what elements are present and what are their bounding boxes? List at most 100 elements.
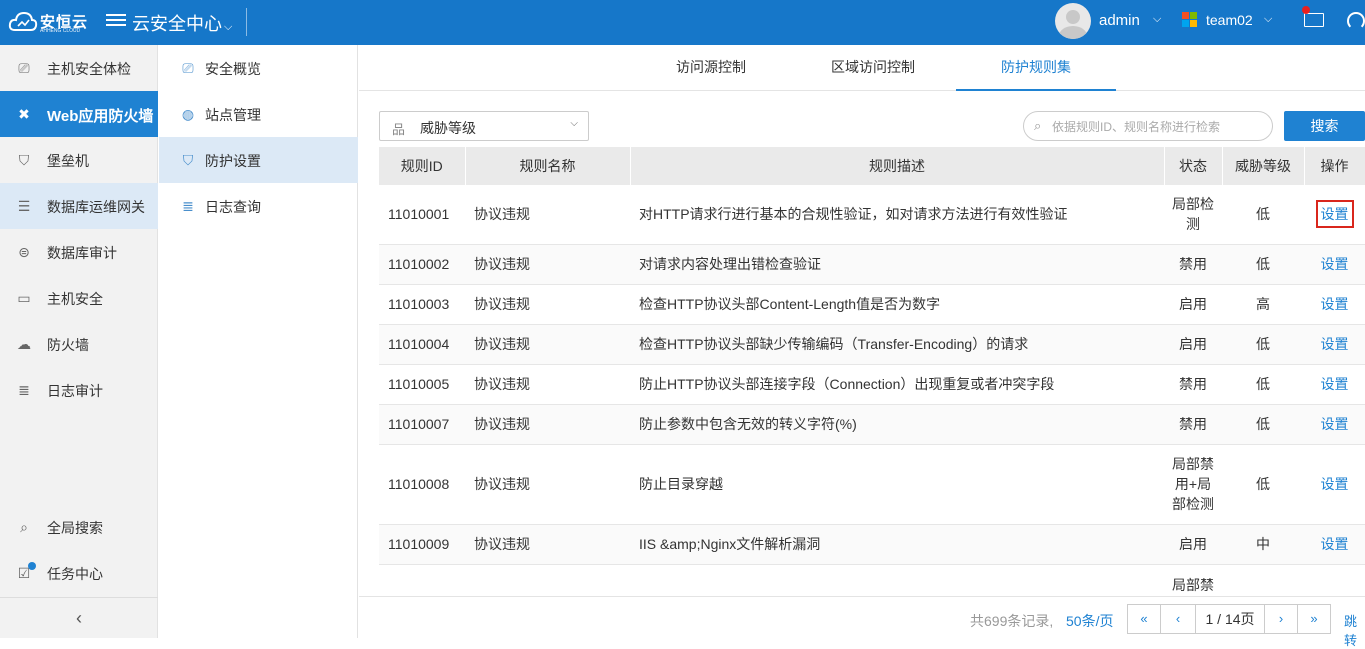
primary-sidebar: ⎚ 主机安全体检 ✖ Web应用防火墙 ⛉ 堡垒机 ☰ 数据库运维网关 ⊜ 数据库审计 ▭… <box>0 45 158 638</box>
headset-icon[interactable] <box>1347 12 1365 30</box>
column-header-status[interactable]: 状态 <box>1164 147 1223 185</box>
page-indicator[interactable]: 1 / 14页 <box>1195 604 1265 634</box>
table-header-row: 规则ID 规则名称 规则描述 状态 威胁等级 操作 <box>379 147 1365 185</box>
mail-icon[interactable] <box>1302 6 1326 30</box>
db-audit-icon: ⊜ <box>18 244 30 260</box>
top-bar: 安恒云 AHHENG CLOUD 云安全中心 ⌵ admin ⌵ team02 ⌵ <box>0 0 1365 45</box>
product-switcher[interactable]: 云安全中心 ⌵ <box>132 10 232 36</box>
rule-threat-level: 低 <box>1222 244 1304 285</box>
tab-region-access-control[interactable]: 区域访问控制 <box>811 45 935 91</box>
rule-name: 协议违规 <box>465 524 630 565</box>
chevron-left-icon: ‹ <box>76 608 82 628</box>
search-icon: ⌕ <box>1034 118 1042 133</box>
rule-name: 协议违规 <box>465 244 630 285</box>
column-header-rule-name[interactable]: 规则名称 <box>465 147 631 185</box>
rule-action-cell: 设置 <box>1304 284 1365 325</box>
host-check-icon: ⎚ <box>18 60 30 76</box>
rule-threat-level: 低 <box>1222 404 1304 445</box>
next-page-button[interactable]: › <box>1264 604 1298 634</box>
user-name[interactable]: admin <box>1099 12 1140 29</box>
rule-id: 11010003 <box>379 284 465 325</box>
menu-icon[interactable] <box>106 11 126 31</box>
rule-status: 禁用 <box>1164 364 1222 405</box>
settings-link[interactable]: 设置 <box>1318 331 1352 357</box>
tab-bar: 访问源控制 区域访问控制 防护规则集 <box>359 45 1365 91</box>
team-name[interactable]: team02 <box>1206 12 1253 28</box>
rule-id: 11010007 <box>379 404 465 445</box>
threat-level-select[interactable]: 品 威胁等级 ⌵ <box>379 111 589 141</box>
settings-link[interactable]: 设置 <box>1318 531 1352 557</box>
tab-source-access-control[interactable]: 访问源控制 <box>649 45 773 91</box>
rule-action-cell: 设置 <box>1304 324 1365 365</box>
sidebar-item-firewall[interactable]: ☁ 防火墙 <box>0 321 158 367</box>
log-audit-icon: ≣ <box>18 382 30 398</box>
rule-threat-level: 中 <box>1222 524 1304 565</box>
rule-threat-level: 低 <box>1222 324 1304 365</box>
rule-status: 启用 <box>1164 284 1222 325</box>
team-icon <box>1182 12 1198 28</box>
rule-name: 协议违规 <box>465 404 630 445</box>
settings-link[interactable]: 设置 <box>1318 411 1352 437</box>
rule-description: 检查HTTP协议头部缺少传输编码（Transfer-Encoding）的请求 <box>630 324 1164 365</box>
rule-name: 协议违规 <box>465 284 630 325</box>
rule-status: 局部检测 <box>1164 185 1222 245</box>
settings-link[interactable]: 设置 <box>1318 251 1352 277</box>
rule-threat-level: 低 <box>1222 185 1304 245</box>
table-row: 11010004 协议违规 检查HTTP协议头部缺少传输编码（Transfer-… <box>379 324 1365 365</box>
settings-link[interactable]: 设置 <box>1318 371 1352 397</box>
search-button[interactable]: 搜索 <box>1284 111 1365 141</box>
search-icon: ⌕ <box>20 519 28 535</box>
sidebar-item-log-audit[interactable]: ≣ 日志审计 <box>0 367 158 413</box>
rules-table: 规则ID 规则名称 规则描述 状态 威胁等级 操作 11010001 协议违规 … <box>379 147 1365 625</box>
sidebar-item-bastion[interactable]: ⛉ 堡垒机 <box>0 137 158 183</box>
rule-threat-level: 低 <box>1222 364 1304 405</box>
table-row: 11010008 协议违规 防止目录穿越 局部禁用+局部检测 低 设置 <box>379 444 1365 525</box>
notification-dot <box>28 562 36 570</box>
collapse-sidebar-button[interactable]: ‹ <box>0 597 158 638</box>
sidebar-item-host-check[interactable]: ⎚ 主机安全体检 <box>0 45 158 91</box>
sidebar-item-global-search[interactable]: ⌕ 全局搜索 <box>0 504 158 550</box>
sidebar-item-protection-settings[interactable]: ⛉ 防护设置 <box>159 137 358 183</box>
sidebar-item-site-management[interactable]: ◍ 站点管理 <box>159 91 358 137</box>
page-size-select[interactable]: 50条/页 <box>1066 611 1113 631</box>
table-row: 11010001 协议违规 对HTTP请求行进行基本的合规性验证，如对请求方法进… <box>379 185 1365 245</box>
sidebar-item-task-center[interactable]: ☑ 任务中心 <box>0 550 158 596</box>
rule-description: 对HTTP请求行进行基本的合规性验证，如对请求方法进行有效性验证 <box>630 185 1164 245</box>
avatar[interactable] <box>1055 3 1091 39</box>
hierarchy-icon: 品 <box>392 122 406 137</box>
shield-gear-icon: ⛉ <box>182 152 194 168</box>
last-page-button[interactable]: » <box>1297 604 1331 634</box>
jump-button[interactable]: 跳转 <box>1344 611 1365 649</box>
database-icon: ☰ <box>17 198 31 214</box>
column-header-rule-id[interactable]: 规则ID <box>379 147 466 185</box>
column-header-rule-description[interactable]: 规则描述 <box>630 147 1165 185</box>
sidebar-item-host-security[interactable]: ▭ 主机安全 <box>0 275 158 321</box>
rule-action-cell: 设置 <box>1304 364 1365 405</box>
sidebar-item-waf[interactable]: ✖ Web应用防火墙 <box>0 91 158 137</box>
rule-description: 防止HTTP协议头部连接字段（Connection）出现重复或者冲突字段 <box>630 364 1164 405</box>
secondary-sidebar: ⎚ 安全概览 ◍ 站点管理 ⛉ 防护设置 ≣ 日志查询 <box>159 45 358 638</box>
table-row: 11010007 协议违规 防止参数中包含无效的转义字符(%) 禁用 低 设置 <box>379 404 1365 445</box>
column-header-threat-level[interactable]: 威胁等级 <box>1222 147 1305 185</box>
search-input[interactable] <box>1052 117 1262 137</box>
logo[interactable]: 安恒云 AHHENG CLOUD <box>8 6 88 38</box>
sidebar-item-log-query[interactable]: ≣ 日志查询 <box>159 183 358 229</box>
sidebar-item-db-audit[interactable]: ⊜ 数据库审计 <box>0 229 158 275</box>
shield-icon: ⛉ <box>18 152 30 168</box>
settings-link[interactable]: 设置 <box>1318 291 1352 317</box>
prev-page-button[interactable]: ‹ <box>1160 604 1196 634</box>
settings-link[interactable]: 设置 <box>1318 471 1352 497</box>
rule-name: 协议违规 <box>465 324 630 365</box>
column-header-action: 操作 <box>1304 147 1365 185</box>
table-row: 11010005 协议违规 防止HTTP协议头部连接字段（Connection）… <box>379 364 1365 405</box>
sidebar-item-db-gateway[interactable]: ☰ 数据库运维网关 <box>0 183 158 229</box>
first-page-button[interactable]: « <box>1127 604 1161 634</box>
rule-status: 启用 <box>1164 324 1222 365</box>
sidebar-item-overview[interactable]: ⎚ 安全概览 <box>159 45 358 91</box>
rule-status: 局部禁用+局部检测 <box>1164 444 1222 525</box>
rule-status: 启用 <box>1164 524 1222 565</box>
settings-link[interactable]: 设置 <box>1315 200 1354 229</box>
chevron-down-icon[interactable]: ⌵ <box>1264 13 1272 26</box>
chevron-down-icon[interactable]: ⌵ <box>1153 13 1161 26</box>
tab-protection-rules[interactable]: 防护规则集 <box>956 45 1116 91</box>
